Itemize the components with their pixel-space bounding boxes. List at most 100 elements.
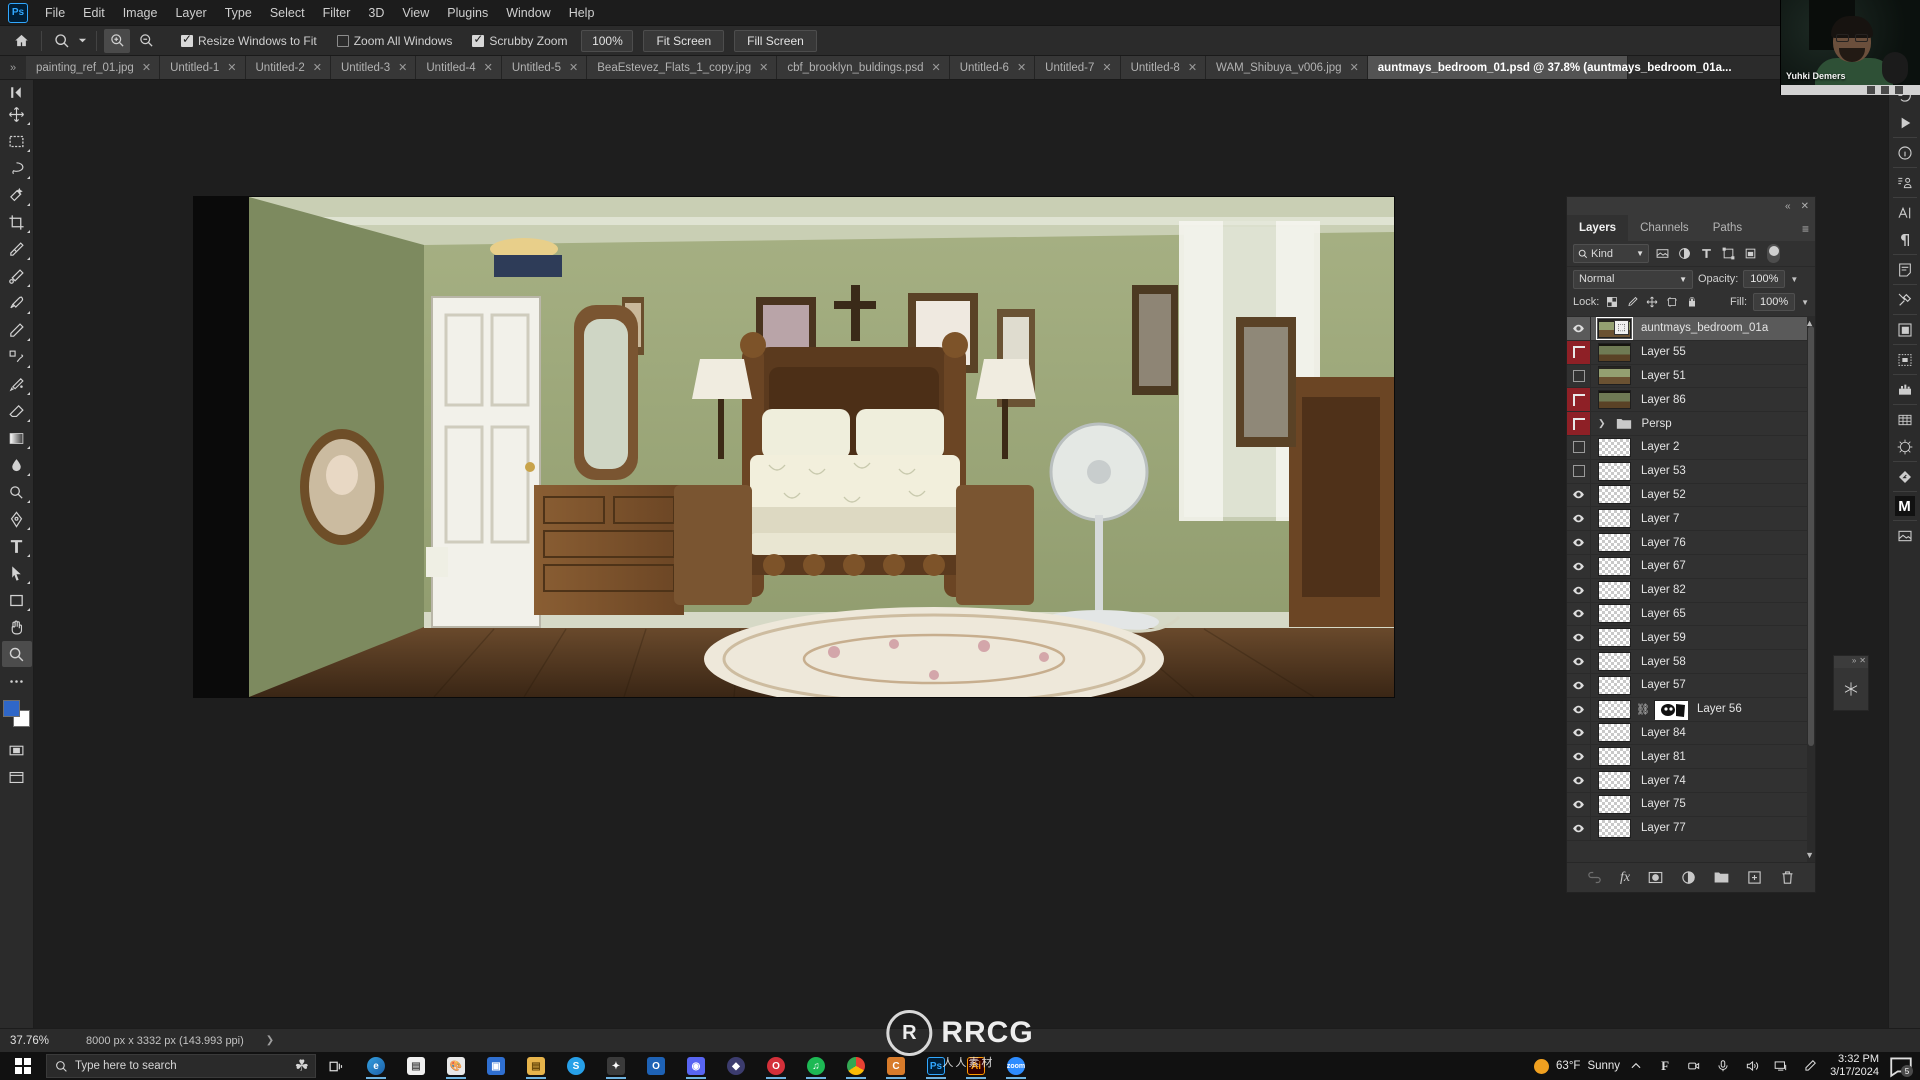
menu-view[interactable]: View: [393, 2, 438, 24]
microphone-icon[interactable]: [1710, 1052, 1736, 1080]
layer-row[interactable]: Layer 52: [1567, 483, 1815, 508]
affinity-icon[interactable]: ◆: [716, 1052, 756, 1080]
layer-thumbnail[interactable]: [1598, 485, 1631, 505]
weather-widget[interactable]: 63°F Sunny: [1534, 1058, 1620, 1074]
layer-name[interactable]: Layer 65: [1641, 608, 1686, 620]
layer-row[interactable]: Layer 67: [1567, 554, 1815, 579]
menu-file[interactable]: File: [36, 2, 74, 24]
store-icon[interactable]: ▣: [476, 1052, 516, 1080]
filter-kind-select[interactable]: Kind ▼: [1573, 244, 1649, 263]
close-icon[interactable]: ✕: [1188, 61, 1197, 74]
layer-row[interactable]: Layer 53: [1567, 459, 1815, 484]
layer-visibility-toggle[interactable]: [1567, 673, 1591, 697]
layer-row[interactable]: Layer 76: [1567, 531, 1815, 555]
layer-row[interactable]: Layer 7: [1567, 507, 1815, 532]
layer-thumbnail[interactable]: [1598, 580, 1631, 600]
layer-name[interactable]: Layer 67: [1641, 560, 1686, 572]
menu-help[interactable]: Help: [560, 2, 604, 24]
zoom-tool-icon[interactable]: [49, 29, 75, 53]
layer-visibility-toggle[interactable]: [1567, 507, 1591, 531]
layer-row[interactable]: ⬚ auntmays_bedroom_01a: [1567, 317, 1815, 341]
fit-screen-button[interactable]: Fit Screen: [643, 29, 725, 52]
document-canvas[interactable]: [194, 197, 1394, 697]
chevron-right-icon[interactable]: ❯: [1598, 418, 1606, 429]
zoom-in-icon[interactable]: [104, 28, 130, 53]
dodge-tool-icon[interactable]: [2, 479, 32, 505]
pencil-tool-icon[interactable]: [2, 317, 32, 343]
close-icon[interactable]: ✕: [1801, 201, 1809, 212]
delete-layer-icon[interactable]: [1780, 870, 1795, 885]
pen-tool-icon[interactable]: [2, 506, 32, 532]
pixel-filter-icon[interactable]: [1654, 245, 1671, 262]
chevron-down-icon[interactable]: ▼: [1805, 850, 1814, 860]
layer-thumbnail[interactable]: [1598, 533, 1631, 553]
brush-tool-icon[interactable]: [2, 290, 32, 316]
menu-filter[interactable]: Filter: [314, 2, 360, 24]
notes-icon[interactable]: [1891, 256, 1919, 283]
hand-tool-icon[interactable]: [2, 614, 32, 640]
chevron-down-icon[interactable]: ▼: [1801, 298, 1809, 307]
tab-untitled-3[interactable]: Untitled-3 ✕: [330, 56, 417, 79]
link-layers-icon[interactable]: [1587, 870, 1602, 885]
tab-untitled-2[interactable]: Untitled-2 ✕: [245, 56, 331, 79]
layer-row[interactable]: Layer 59: [1567, 626, 1815, 651]
close-icon[interactable]: ✕: [569, 61, 578, 74]
close-icon[interactable]: ✕: [759, 61, 768, 74]
lasso-tool-icon[interactable]: [2, 155, 32, 181]
file-explorer-white-icon[interactable]: ▤: [396, 1052, 436, 1080]
layer-name[interactable]: Layer 52: [1641, 489, 1686, 501]
rectangular-marquee-tool-icon[interactable]: [2, 128, 32, 154]
tab-untitled-5[interactable]: Untitled-5 ✕: [501, 56, 588, 79]
close-icon[interactable]: ✕: [398, 61, 407, 74]
layer-visibility-toggle[interactable]: [1567, 816, 1591, 840]
layer-visibility-toggle[interactable]: [1567, 626, 1591, 650]
layer-visibility-toggle[interactable]: [1567, 792, 1591, 816]
layer-row[interactable]: Layer 55: [1567, 340, 1815, 365]
gradient-tool-icon[interactable]: [2, 425, 32, 451]
layer-thumbnail[interactable]: [1598, 461, 1631, 481]
chevron-up-icon[interactable]: [1623, 1052, 1649, 1080]
layer-thumbnail[interactable]: [1598, 794, 1631, 814]
layer-name[interactable]: Layer 55: [1641, 346, 1686, 358]
collapse-icon[interactable]: «: [1785, 201, 1791, 212]
clone-source-icon[interactable]: [1891, 169, 1919, 196]
layer-thumbnail[interactable]: [1598, 771, 1631, 791]
menu-select[interactable]: Select: [261, 2, 314, 24]
zoom-level[interactable]: 37.76%: [0, 1035, 70, 1047]
type-tool-icon[interactable]: [2, 533, 32, 559]
crop-tool-icon[interactable]: [2, 209, 32, 235]
panel-menu-icon[interactable]: ≡: [1802, 222, 1809, 236]
layer-row[interactable]: Layer 86: [1567, 388, 1815, 413]
foreground-color-swatch[interactable]: [2, 700, 20, 717]
move-tool-icon[interactable]: [2, 101, 32, 127]
layer-visibility-toggle[interactable]: [1567, 650, 1591, 673]
tab-untitled-1[interactable]: Untitled-1 ✕: [160, 56, 246, 79]
layer-thumbnail[interactable]: [1598, 342, 1631, 362]
shape-filter-icon[interactable]: [1720, 245, 1737, 262]
chevron-down-icon[interactable]: ▼: [1790, 275, 1798, 284]
lock-all-icon[interactable]: [1685, 295, 1699, 309]
network-icon[interactable]: [1768, 1052, 1794, 1080]
layer-visibility-toggle[interactable]: [1567, 769, 1591, 792]
history-brush-tool-icon[interactable]: [2, 371, 32, 397]
menu-image[interactable]: Image: [114, 2, 167, 24]
scrollbar-thumb[interactable]: [1808, 326, 1814, 746]
tab-wam-shibuya[interactable]: WAM_Shibuya_v006.jpg ✕: [1206, 56, 1368, 79]
lock-artboard-icon[interactable]: [1665, 295, 1679, 309]
chevron-down-icon[interactable]: [75, 29, 89, 53]
paint-icon[interactable]: 🎨: [436, 1052, 476, 1080]
layer-visibility-toggle[interactable]: [1567, 483, 1591, 507]
layer-name[interactable]: Layer 59: [1641, 632, 1686, 644]
tab-overflow-icon[interactable]: »: [0, 56, 26, 79]
tab-untitled-8[interactable]: Untitled-8 ✕: [1120, 56, 1207, 79]
close-icon[interactable]: ✕: [484, 61, 493, 74]
layer-thumbnail[interactable]: [1598, 437, 1631, 457]
skype-icon[interactable]: S: [556, 1052, 596, 1080]
opera-icon[interactable]: O: [756, 1052, 796, 1080]
screen-mode-icon[interactable]: [2, 764, 32, 790]
clone-stamp-tool-icon[interactable]: [2, 344, 32, 370]
zoom-app-icon[interactable]: zoom: [996, 1052, 1036, 1080]
layer-thumbnail[interactable]: [1598, 675, 1631, 695]
layer-name[interactable]: Layer 86: [1641, 394, 1686, 406]
object-selection-tool-icon[interactable]: [2, 182, 32, 208]
